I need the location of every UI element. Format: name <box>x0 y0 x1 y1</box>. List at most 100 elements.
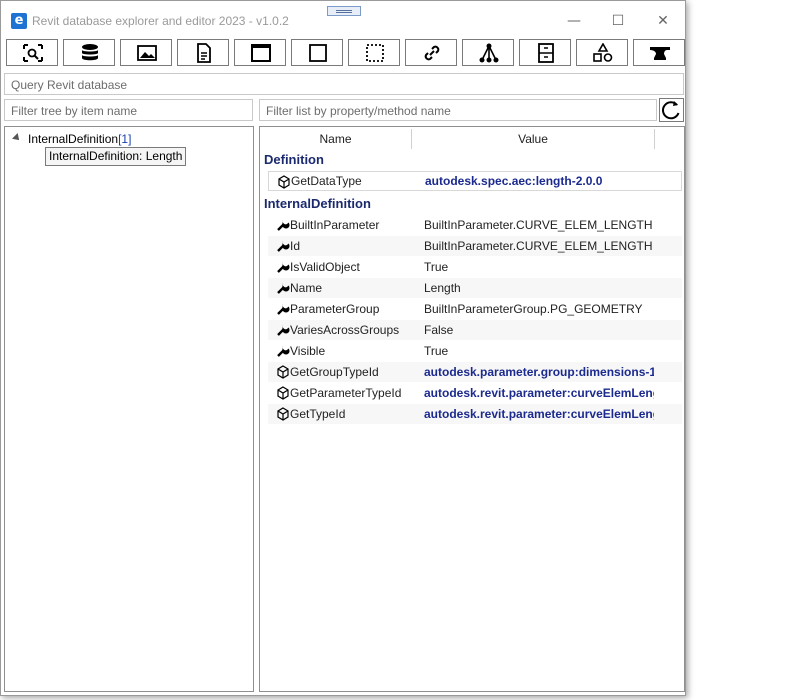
app-logo-icon: e <box>11 13 27 29</box>
property-wrench-icon <box>277 346 290 357</box>
query-input[interactable]: Query Revit database <box>4 73 684 95</box>
row-value: True <box>424 344 449 358</box>
row-name: Visible <box>290 344 326 358</box>
property-list: Name Value Definition GetDataType autodesk… <box>259 126 685 692</box>
row-name: VariesAcrossGroups <box>290 323 400 337</box>
row-name: GetGroupTypeId <box>290 365 379 379</box>
snoop-selection-icon <box>23 44 43 62</box>
active-view-icon <box>137 45 157 61</box>
list-row[interactable]: ParameterGroup BuiltInParameterGroup.PG_G… <box>268 299 682 319</box>
anvil-icon <box>650 47 670 60</box>
tree-filter-placeholder: Filter tree by item name <box>11 104 138 118</box>
list-row[interactable]: BuiltInParameter BuiltInParameter.CURVE_E… <box>268 215 682 235</box>
list-row[interactable]: GetGroupTypeId autodesk.parameter.group:d… <box>268 362 682 382</box>
row-name: GetParameterTypeId <box>290 386 402 400</box>
snoop-active-view-button[interactable] <box>120 39 172 66</box>
row-value: BuiltInParameterGroup.PG_GEOMETRY <box>424 302 643 316</box>
method-cube-icon <box>277 386 289 400</box>
tree-node-child[interactable]: InternalDefinition: Length <box>45 147 187 166</box>
close-icon: ✕ <box>657 13 669 29</box>
query-placeholder: Query Revit database <box>11 78 128 92</box>
snoop-application-button[interactable] <box>234 39 286 66</box>
list-row[interactable]: GetDataType autodesk.spec.aec:length-2.0.… <box>268 171 682 191</box>
refresh-button[interactable] <box>659 98 684 122</box>
close-button[interactable]: ✕ <box>652 11 674 31</box>
row-value: True <box>424 260 449 274</box>
minimize-icon: — <box>567 13 581 29</box>
method-cube-icon <box>277 365 289 379</box>
maximize-button[interactable]: ☐ <box>607 11 629 31</box>
snoop-linked-button[interactable] <box>405 39 457 66</box>
list-row[interactable]: Visible True <box>268 341 682 361</box>
shapes-icon <box>593 43 613 62</box>
list-row[interactable]: GetTypeId autodesk.revit.parameter:curveE… <box>268 404 682 424</box>
property-wrench-icon <box>277 262 290 273</box>
dependents-button[interactable] <box>462 39 514 66</box>
row-name: Id <box>290 239 301 253</box>
database-icon <box>82 44 98 61</box>
snoop-anvil-button[interactable] <box>633 39 685 66</box>
row-name: IsValidObject <box>290 260 360 274</box>
row-name: Name <box>290 281 323 295</box>
snoop-database-button[interactable] <box>63 39 115 66</box>
tree-child-label: InternalDefinition: Length <box>49 149 183 163</box>
column-header-value[interactable]: Value <box>412 129 654 149</box>
refresh-icon <box>662 101 680 120</box>
window-title: Revit database explorer and editor 2023 … <box>32 14 289 28</box>
list-row[interactable]: IsValidObject True <box>268 257 682 277</box>
column-divider[interactable] <box>654 129 655 149</box>
list-row[interactable]: Name Length <box>268 278 682 298</box>
maximize-icon: ☐ <box>611 13 625 29</box>
element-square-icon <box>309 44 327 62</box>
document-icon <box>197 43 211 63</box>
row-value: autodesk.spec.aec:length-2.0.0 <box>425 174 603 188</box>
tree-node-count: [1] <box>118 132 132 146</box>
row-value: False <box>424 323 454 337</box>
expand-triangle-icon[interactable] <box>12 133 22 143</box>
snoop-element-button[interactable] <box>291 39 343 66</box>
row-value: Length <box>424 281 461 295</box>
property-wrench-icon <box>277 220 290 231</box>
row-value: autodesk.revit.parameter:curveElemLeng <box>424 386 654 400</box>
property-wrench-icon <box>277 241 290 252</box>
tree-filter-input[interactable]: Filter tree by item name <box>4 99 253 121</box>
title-bar[interactable]: e Revit database explorer and editor 202… <box>1 1 685 39</box>
snoop-selection-button[interactable] <box>6 39 58 66</box>
snoop-shapes-button[interactable] <box>576 39 628 66</box>
list-row[interactable]: Id BuiltInParameter.CURVE_ELEM_LENGTH (-1… <box>268 236 682 256</box>
minimize-button[interactable]: — <box>563 11 585 31</box>
row-name: ParameterGroup <box>290 302 380 316</box>
row-value: BuiltInParameter.CURVE_ELEM_LENGTH <box>424 218 653 232</box>
toolbar <box>4 39 685 68</box>
method-cube-icon <box>278 175 290 189</box>
link-icon <box>424 45 440 61</box>
group-header: InternalDefinition <box>264 196 371 211</box>
property-wrench-icon <box>277 304 290 315</box>
list-filter-input[interactable]: Filter list by property/method name <box>259 99 657 121</box>
dashed-selection-icon <box>366 44 384 62</box>
snoop-cabinet-button[interactable] <box>519 39 571 66</box>
main-window: e Revit database explorer and editor 202… <box>0 0 686 696</box>
row-name: BuiltInParameter <box>290 218 380 232</box>
row-value: autodesk.revit.parameter:curveElemLeng <box>424 407 654 421</box>
tree-node-root[interactable]: InternalDefinition[1] <box>12 132 132 148</box>
row-name: GetTypeId <box>290 407 346 421</box>
group-header: Definition <box>264 152 324 167</box>
snoop-selection-area-button[interactable] <box>348 39 400 66</box>
row-name: GetDataType <box>291 174 362 188</box>
cabinet-icon <box>538 43 554 63</box>
property-wrench-icon <box>277 325 290 336</box>
row-value: BuiltInParameter.CURVE_ELEM_LENGTH (-1( <box>424 239 654 253</box>
snoop-document-button[interactable] <box>177 39 229 66</box>
tree-node-label: InternalDefinition <box>28 132 119 146</box>
tree-pane: InternalDefinition[1] InternalDefinition… <box>4 126 254 692</box>
property-wrench-icon <box>277 283 290 294</box>
dependency-tree-icon <box>479 43 499 63</box>
column-header-name[interactable]: Name <box>260 129 411 149</box>
application-icon <box>251 44 271 62</box>
list-row[interactable]: VariesAcrossGroups False <box>268 320 682 340</box>
list-row[interactable]: GetParameterTypeId autodesk.revit.paramet… <box>268 383 682 403</box>
drag-grip-handle[interactable] <box>327 6 361 16</box>
method-cube-icon <box>277 407 289 421</box>
row-value: autodesk.parameter.group:dimensions-1 <box>424 365 654 379</box>
